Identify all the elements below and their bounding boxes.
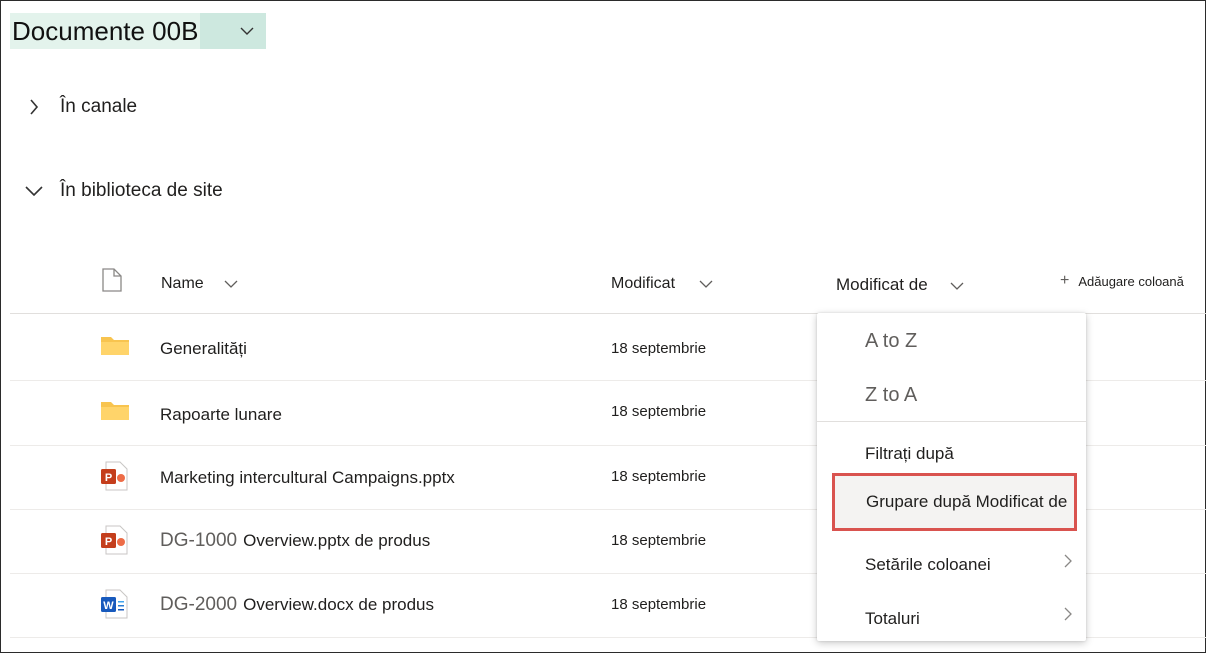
group-label: În canale (60, 96, 138, 117)
menu-sort-a-to-z[interactable]: A to Z (865, 330, 917, 353)
column-modified[interactable]: Modificat (611, 275, 713, 293)
menu-filter-by[interactable]: Filtrați după (865, 444, 954, 464)
modified-date: 18 septembrie (611, 596, 707, 613)
modified-date: 18 septembrie (611, 403, 707, 420)
svg-text:P: P (105, 472, 112, 484)
folder-icon (100, 399, 130, 428)
modified-date: 18 septembrie (611, 468, 707, 485)
menu-column-settings[interactable]: Setările coloanei (865, 555, 991, 575)
svg-text:P: P (105, 536, 112, 548)
powerpoint-icon: P (100, 525, 128, 560)
column-modified-by[interactable]: Modificat de (836, 275, 964, 295)
library-title-button[interactable]: Documente 00B (10, 13, 267, 49)
menu-totals[interactable]: Totaluri (865, 609, 920, 629)
svg-text:W: W (103, 600, 114, 612)
file-name[interactable]: DG-2000 Overview.docx de produs (160, 594, 434, 616)
chevron-down-icon (200, 13, 267, 49)
group-in-channels[interactable]: În canale (24, 96, 137, 118)
file-name[interactable]: Generalități (160, 339, 247, 359)
add-column-button[interactable]: + Adăugare coloană (1060, 272, 1184, 290)
modified-date: 18 septembrie (611, 532, 707, 549)
chevron-down-icon (699, 275, 713, 293)
chevron-right-icon (1064, 554, 1072, 573)
column-name[interactable]: Name (161, 275, 238, 293)
file-name[interactable]: Marketing intercultural Campaigns.pptx (160, 468, 455, 488)
column-modified-label: Modificat (611, 275, 676, 292)
menu-group-by: Grupare după Modificat de (866, 492, 1068, 511)
chevron-down-icon (224, 275, 238, 293)
library-title: Documente 00B (10, 13, 201, 49)
chevron-right-icon (24, 97, 44, 117)
folder-icon (100, 334, 130, 363)
column-header-row: Name Modificat Modificat de + Adăugare c… (0, 262, 1206, 312)
menu-sort-z-to-a[interactable]: Z to A (865, 384, 917, 407)
group-label: În biblioteca de site (60, 180, 223, 201)
menu-divider (817, 421, 1086, 422)
group-in-site-library[interactable]: În biblioteca de site (24, 180, 223, 202)
plus-icon: + (1060, 272, 1070, 289)
chevron-right-icon (1064, 607, 1072, 626)
modified-date: 18 septembrie (611, 340, 707, 357)
column-name-label: Name (161, 275, 204, 292)
menu-lower-items: Setările coloanei Totaluri (817, 540, 1086, 640)
column-modified-by-label: Modificat de (836, 275, 928, 294)
file-name[interactable]: Rapoarte lunare (160, 405, 282, 425)
file-name-prefix: DG-2000 (160, 594, 238, 615)
file-type-icon[interactable] (102, 268, 122, 292)
word-icon: W (100, 589, 128, 624)
file-name-prefix: DG-1000 (160, 530, 238, 551)
chevron-down-icon (950, 275, 964, 295)
menu-group-by-highlight[interactable]: Grupare după Modificat de (832, 473, 1077, 531)
powerpoint-icon: P (100, 461, 128, 496)
add-column-label: Adăugare coloană (1078, 273, 1184, 289)
chevron-down-icon (24, 181, 44, 201)
file-name[interactable]: DG-1000 Overview.pptx de produs (160, 530, 430, 552)
